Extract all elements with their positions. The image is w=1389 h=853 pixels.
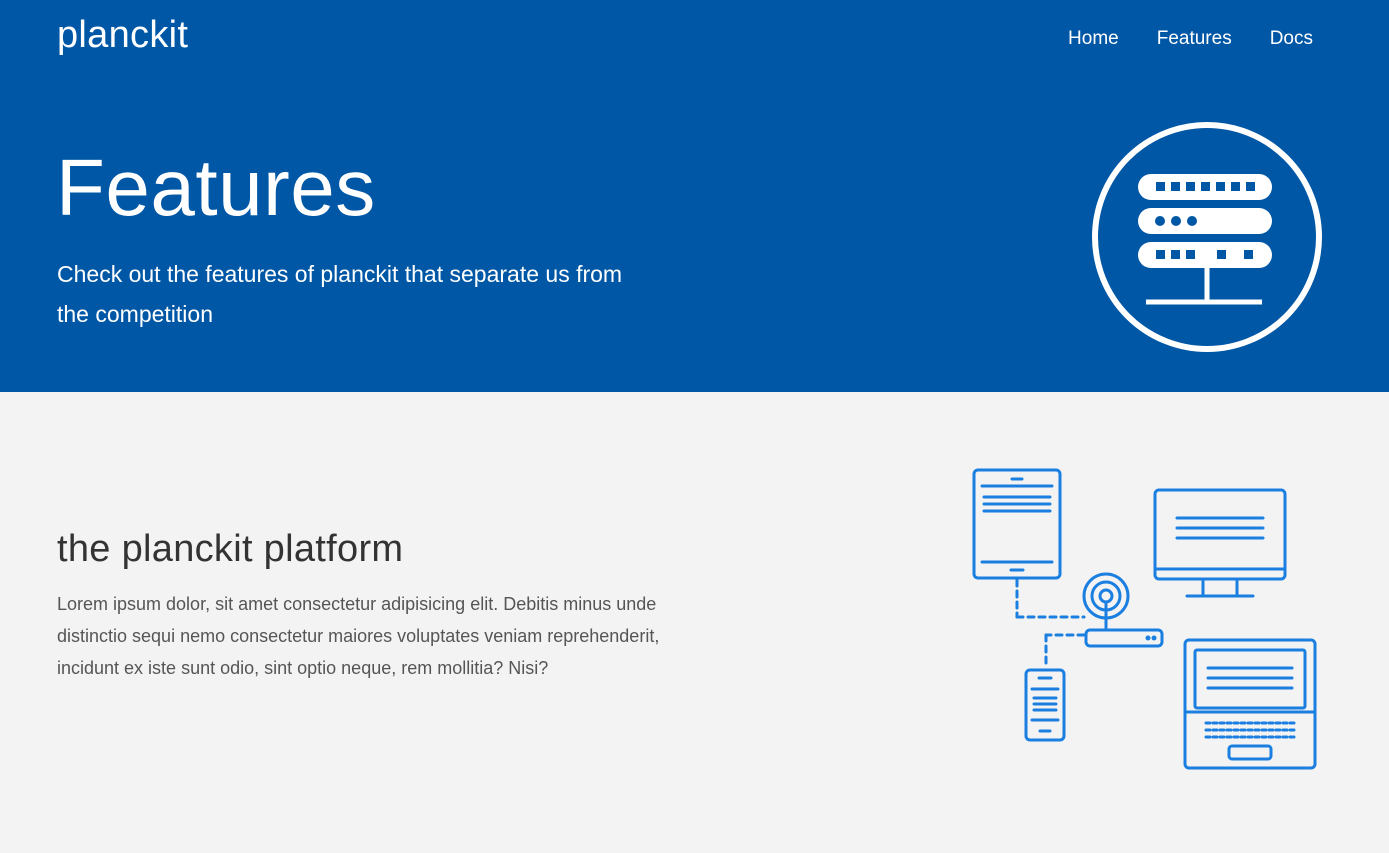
connected-devices-icon bbox=[972, 468, 1317, 770]
section-title: the planckit platform bbox=[57, 528, 404, 570]
router-icon bbox=[1082, 572, 1164, 648]
page-subtitle: Check out the features of planckit that … bbox=[57, 261, 623, 327]
monitor-icon bbox=[1153, 488, 1287, 598]
main-nav: Home Features Docs bbox=[1068, 28, 1313, 50]
tablet-icon bbox=[972, 468, 1062, 580]
page-title: Features bbox=[56, 143, 376, 232]
phone-icon bbox=[1024, 668, 1066, 742]
nav-docs-link[interactable]: Docs bbox=[1270, 28, 1313, 50]
section-text: Lorem ipsum dolor, sit amet consectetur … bbox=[57, 594, 660, 678]
laptop-icon bbox=[1183, 638, 1317, 770]
server-rack-icon bbox=[1092, 122, 1322, 352]
hero-banner: planckit Home Features Docs Features Che… bbox=[0, 0, 1389, 392]
nav-home-link[interactable]: Home bbox=[1068, 28, 1119, 50]
brand-logo[interactable]: planckit bbox=[57, 14, 188, 57]
nav-features-link[interactable]: Features bbox=[1157, 28, 1232, 50]
